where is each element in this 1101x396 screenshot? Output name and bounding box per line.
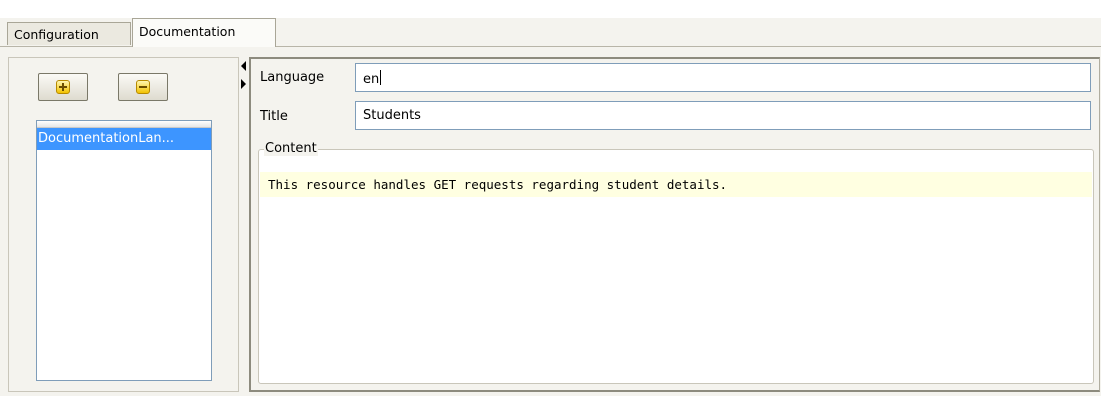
minus-icon: [136, 80, 150, 94]
title-label: Title: [260, 109, 288, 124]
language-field[interactable]: en: [355, 63, 1091, 92]
tab-bar: Configuration Documentation: [0, 18, 1101, 47]
text-caret: [380, 70, 382, 85]
collapse-left-arrow-icon[interactable]: [241, 61, 246, 71]
tab-documentation[interactable]: Documentation: [132, 18, 276, 47]
plus-icon: [56, 80, 70, 94]
tab-configuration[interactable]: Configuration: [7, 22, 131, 45]
content-label: Content: [264, 141, 318, 156]
content-group: Content This resource handles GET reques…: [258, 141, 1094, 384]
documentation-details-panel: Language en Title Students Content This …: [249, 57, 1100, 392]
language-label: Language: [260, 70, 325, 85]
language-value: en: [363, 72, 380, 87]
split-pane-divider[interactable]: [240, 57, 249, 392]
documentation-editor: Configuration Documentation Documentatio…: [0, 0, 1101, 396]
add-language-button[interactable]: [38, 73, 88, 101]
list-item[interactable]: DocumentationLan...: [37, 128, 211, 150]
top-strip: [0, 0, 1101, 18]
expand-right-arrow-icon[interactable]: [241, 79, 246, 89]
title-value: Students: [363, 108, 421, 123]
language-list[interactable]: DocumentationLan...: [36, 120, 212, 381]
remove-language-button[interactable]: [118, 73, 168, 101]
language-list-panel: DocumentationLan...: [8, 57, 239, 392]
list-header: [37, 121, 211, 128]
content-text-area[interactable]: This resource handles GET requests regar…: [260, 172, 1092, 197]
title-field[interactable]: Students: [355, 101, 1091, 130]
